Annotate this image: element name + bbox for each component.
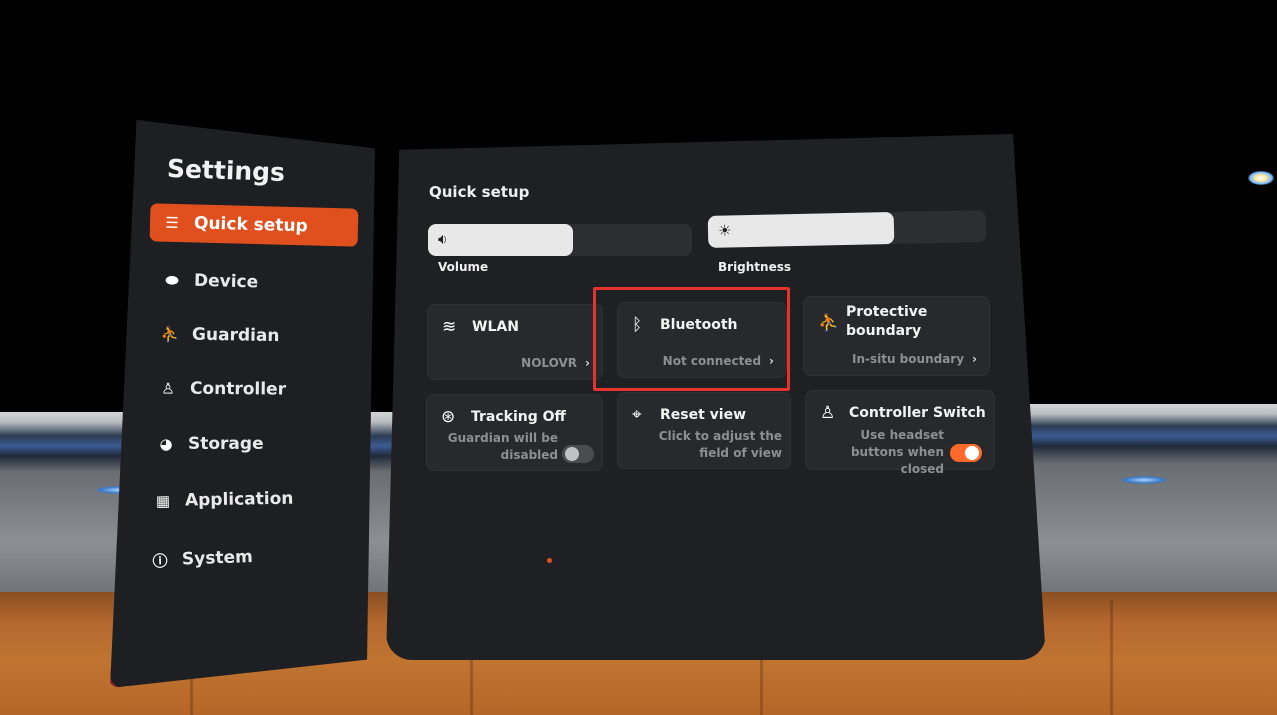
- crosshair-icon: ⌖: [632, 405, 642, 425]
- speaker-icon: 🔉︎: [438, 230, 448, 248]
- volume-slider[interactable]: 🔉︎: [428, 224, 692, 256]
- tracking-title: Tracking Off: [471, 409, 566, 425]
- boundary-mode: In-situ boundary ›: [851, 352, 977, 366]
- tracking-description: Guardian will be disabled: [447, 431, 558, 462]
- grid-icon: ▦: [155, 491, 171, 511]
- toggle-knob: [965, 446, 979, 460]
- sidebar-item-label: Device: [193, 270, 259, 293]
- boundary-title: Protective boundary: [846, 304, 928, 339]
- bluetooth-highlight-box: [593, 287, 790, 391]
- info-icon: ⓘ: [152, 551, 168, 570]
- sidebar-item-label: Guardian: [191, 324, 280, 347]
- distant-light: [1248, 171, 1274, 185]
- controller-icon: ♙: [161, 379, 175, 398]
- brightness-slider-fill: [707, 212, 895, 248]
- sun-icon: ☀: [717, 221, 732, 240]
- volume-slider-fill: [428, 224, 574, 256]
- volume-label: Volume: [438, 260, 489, 274]
- background-lamp: [1120, 476, 1168, 484]
- controller-switch-toggle[interactable]: [950, 444, 982, 462]
- sidebar-item-label: Storage: [188, 434, 264, 454]
- sidebar-item-label: Application: [184, 488, 294, 511]
- sidebar-item-label: Controller: [189, 378, 287, 400]
- brightness-slider[interactable]: ☀: [707, 210, 987, 248]
- wifi-icon: ≋: [442, 317, 457, 337]
- sidebar-item-label: System: [181, 547, 254, 570]
- guardian-icon: ⛹: [818, 313, 840, 333]
- tracking-tile[interactable]: ⊛ Tracking Off Guardian will be disabled: [426, 394, 603, 471]
- protective-boundary-tile[interactable]: ⛹ Protective boundary In-situ boundary ›: [803, 296, 990, 376]
- chevron-right-icon: ›: [585, 356, 590, 370]
- brightness-label: Brightness: [718, 260, 792, 274]
- reset-view-title: Reset view: [660, 407, 747, 423]
- section-title: Quick setup: [429, 183, 530, 201]
- wlan-tile[interactable]: ≋ WLAN NOLOVR ›: [427, 304, 603, 380]
- toggles-icon: ☰: [165, 213, 179, 233]
- reset-view-description: Click to adjust the field of view: [658, 429, 782, 460]
- tracking-toggle[interactable]: [562, 445, 594, 463]
- sidebar-item-storage[interactable]: ◕ Storage: [144, 425, 264, 463]
- sidebar-item-controller[interactable]: ♙ Controller: [146, 369, 286, 408]
- floor-plank: [1110, 600, 1113, 715]
- controller-icon: ♙: [820, 403, 836, 423]
- sidebar-item-device[interactable]: ⬬ Device: [150, 261, 259, 302]
- wlan-network-name: NOLOVR ›: [521, 356, 590, 370]
- controller-switch-description: Use headset buttons when closed: [850, 428, 944, 476]
- headset-icon: ⬬: [165, 270, 179, 290]
- guardian-icon: ⛹: [160, 325, 180, 344]
- wlan-title: WLAN: [472, 319, 519, 335]
- reset-view-tile[interactable]: ⌖ Reset view Click to adjust the field o…: [617, 392, 791, 469]
- sidebar-title: Settings: [166, 153, 286, 188]
- toggle-knob: [565, 447, 579, 461]
- sidebar-item-quick-setup[interactable]: ☰ Quick setup: [149, 203, 359, 247]
- pie-chart-icon: ◕: [159, 435, 173, 453]
- chevron-right-icon: ›: [972, 352, 977, 366]
- sidebar-item-guardian[interactable]: ⛹ Guardian: [148, 315, 280, 355]
- tracking-icon: ⊛: [441, 407, 456, 427]
- controller-switch-title: Controller Switch: [849, 405, 986, 421]
- sidebar-item-system[interactable]: ⓘ System: [137, 538, 253, 580]
- controller-switch-tile[interactable]: ♙ Controller Switch Use headset buttons …: [805, 390, 995, 476]
- sidebar-item-application[interactable]: ▦ Application: [141, 480, 294, 521]
- sidebar-item-label: Quick setup: [193, 213, 308, 237]
- pointer-cursor: [547, 558, 552, 563]
